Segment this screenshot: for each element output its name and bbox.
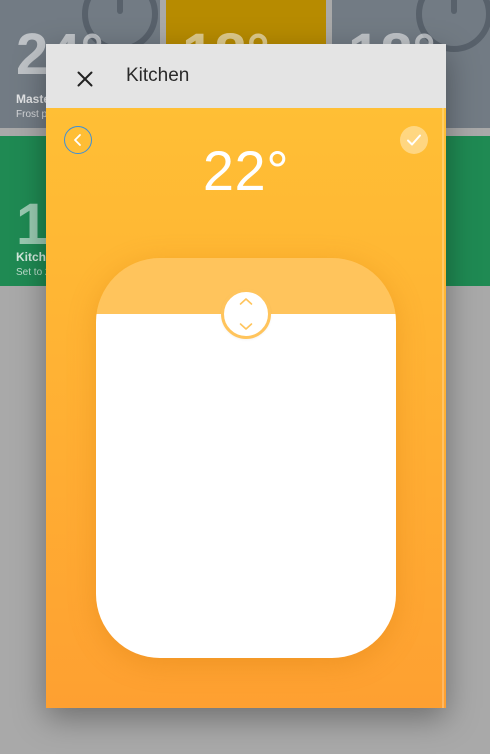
up-down-chevrons-icon [239,298,253,330]
slider-fill [96,314,396,658]
slider-handle[interactable] [221,289,271,339]
close-button[interactable] [70,64,100,94]
temperature-display: 22° [202,139,290,202]
dialog-title: Kitchen [126,65,190,86]
close-icon [77,71,93,87]
dialog-header: Kitchen [46,44,446,108]
thermostat-dialog: Kitchen 22° [46,44,446,708]
scrollbar[interactable] [442,108,444,708]
thermostat-panel: 22° [46,108,446,708]
